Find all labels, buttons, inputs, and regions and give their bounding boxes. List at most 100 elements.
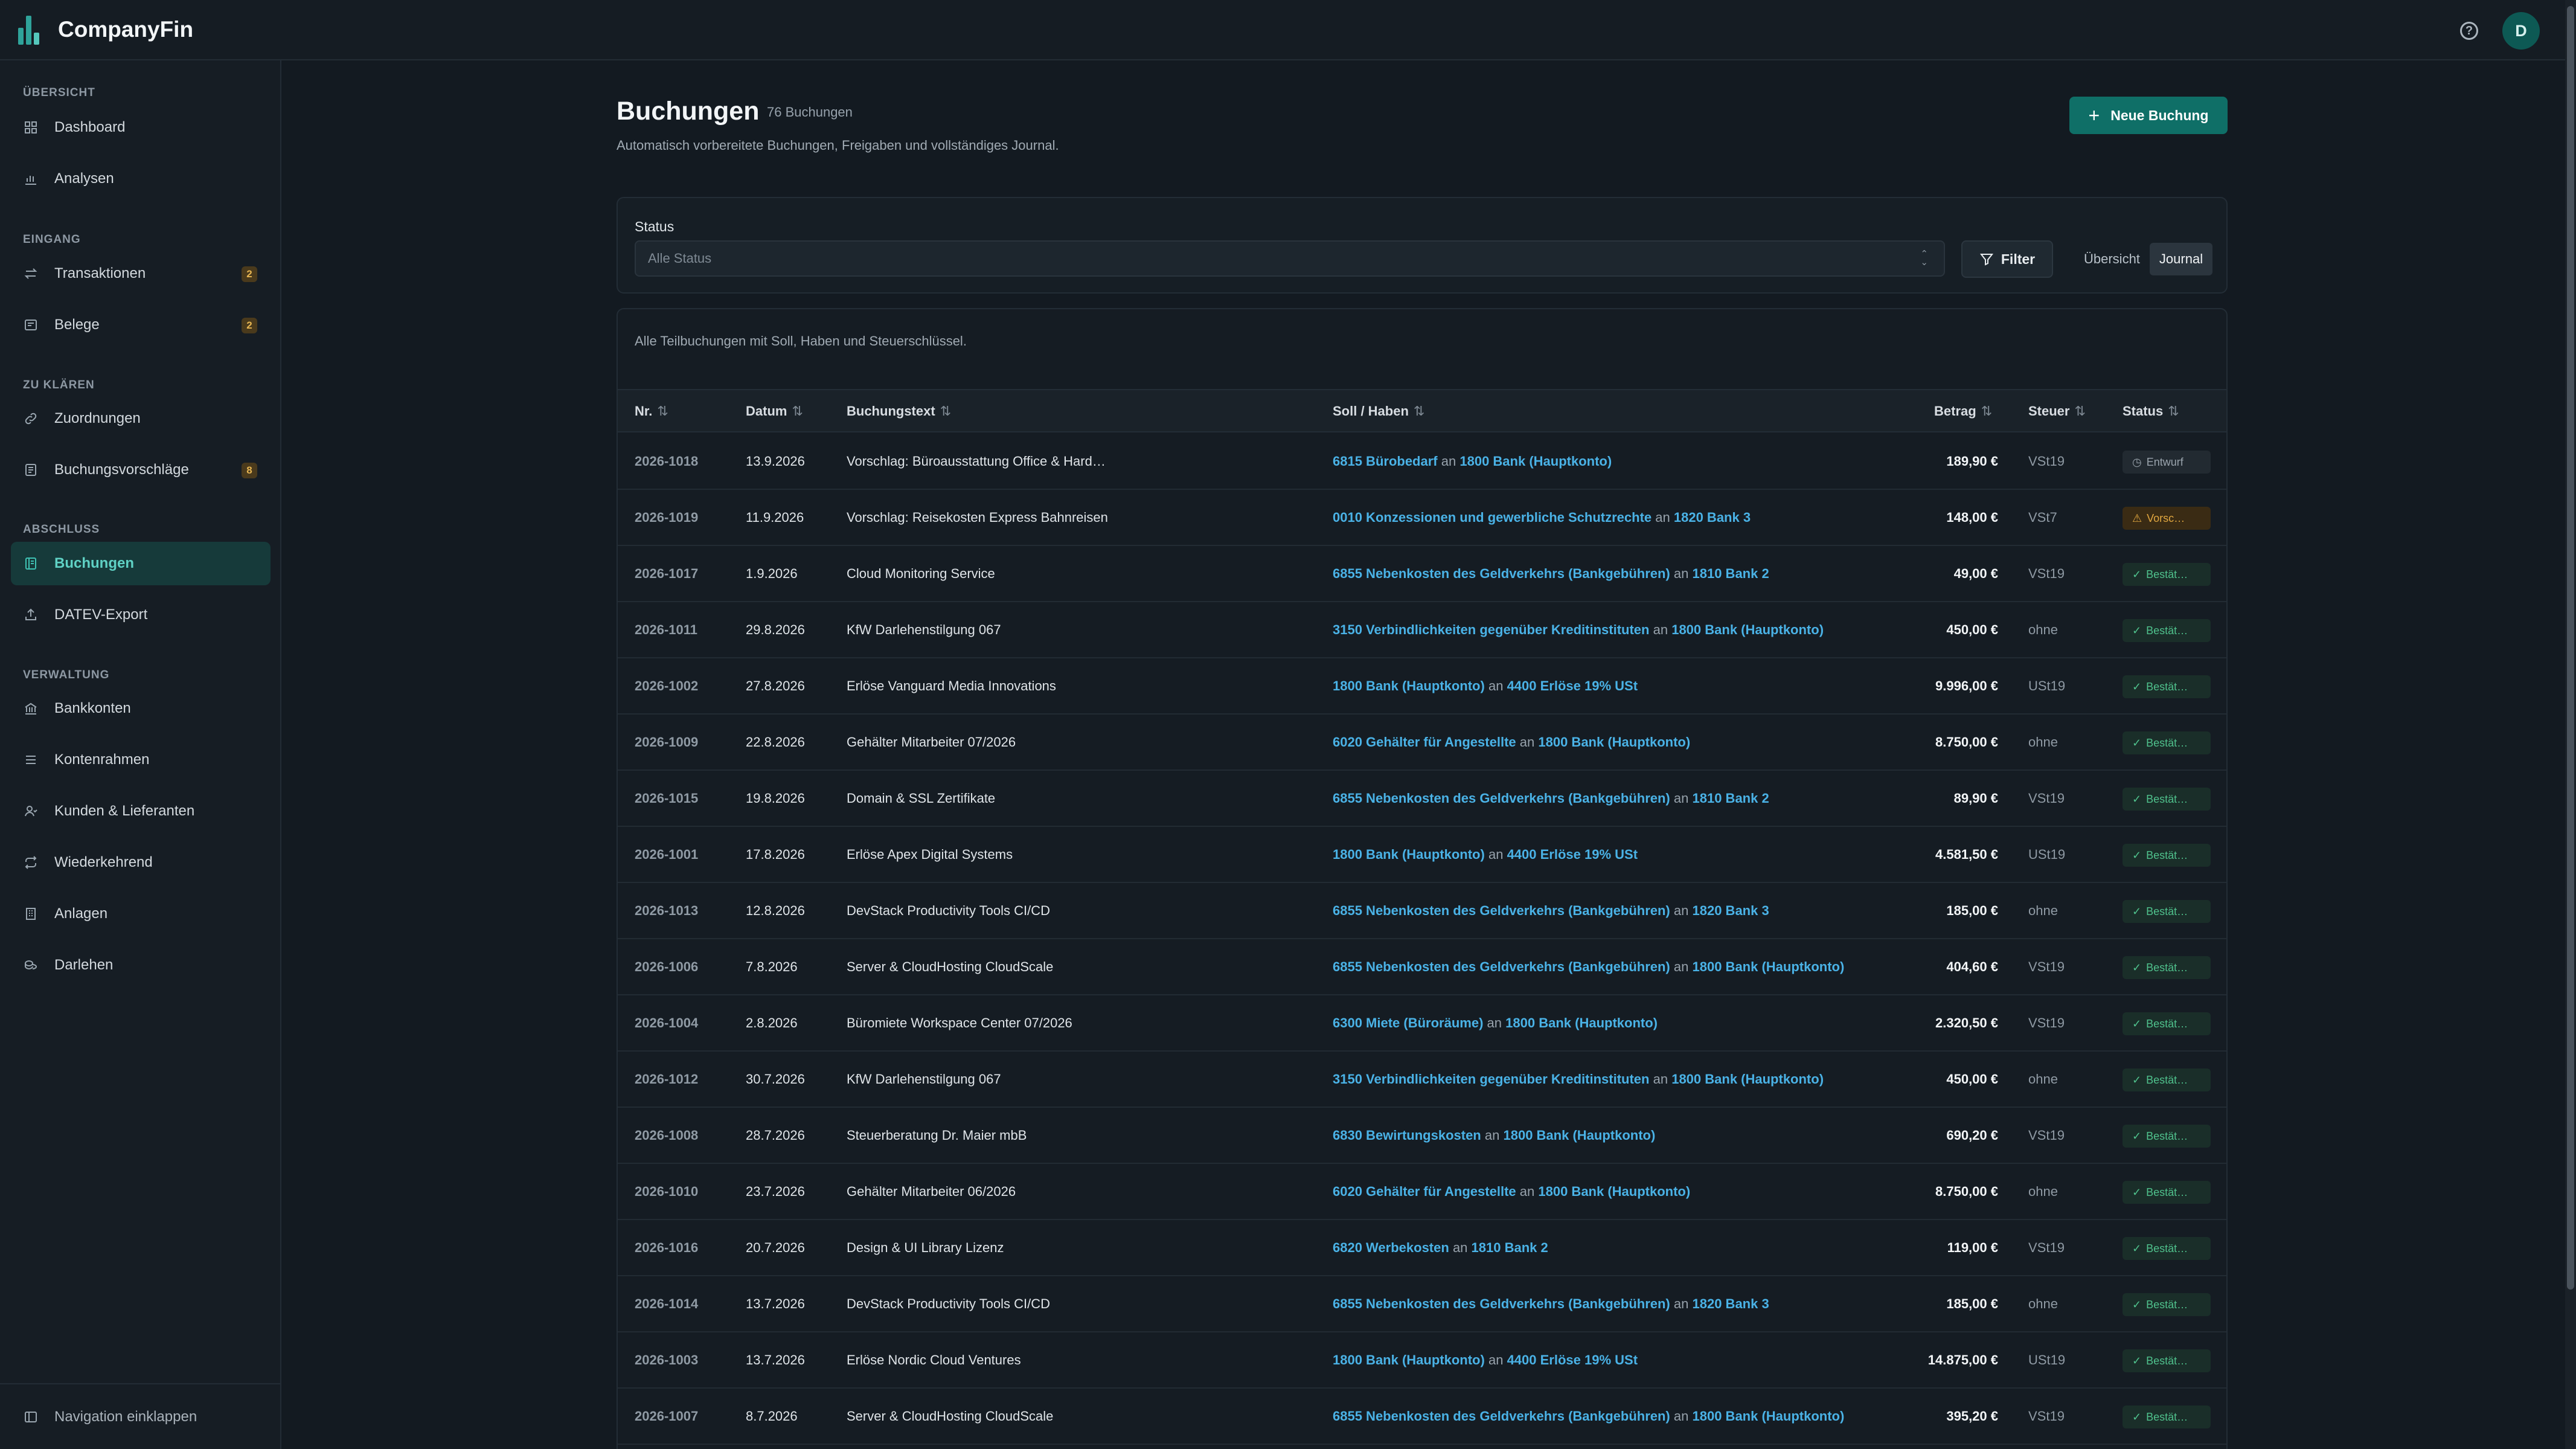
table-row[interactable]: 2026-1017 1.9.2026 Cloud Monitoring Servic… <box>618 546 2226 602</box>
debit-account-link[interactable]: 6855 Nebenkosten des Geldverkehrs (Bankg… <box>1333 903 1670 918</box>
credit-account-link[interactable]: 1810 Bank 2 <box>1472 1240 1548 1255</box>
booking-text: Server & CloudHosting CloudScale <box>847 1409 1054 1424</box>
table-row[interactable]: 2026-1012 30.7.2026 KfW Darlehenstilgung 0… <box>618 1052 2226 1108</box>
sidebar: ÜBERSICHT Dashboard Analysen EINGANG Tra… <box>0 60 281 1449</box>
table-row[interactable]: 2026-1015 19.8.2026 Domain & SSL Zertifika… <box>618 771 2226 827</box>
table-row[interactable]: 2026-1004 2.8.2026 Büromiete Workspace Cen… <box>618 995 2226 1052</box>
column-header-steuer[interactable]: Steuer ⇅ <box>2028 403 2086 419</box>
collapse-navigation-button[interactable]: Navigation einklappen <box>11 1395 271 1439</box>
booking-date: 13.7.2026 <box>746 1352 805 1367</box>
debit-account-link[interactable]: 6855 Nebenkosten des Geldverkehrs (Bankg… <box>1333 566 1670 581</box>
sidebar-item-transaktionen[interactable]: Transaktionen 2 <box>11 252 271 295</box>
table-row[interactable]: 2026-1006 7.8.2026 Server & CloudHosting C… <box>618 939 2226 995</box>
sidebar-item-belege[interactable]: Belege 2 <box>11 303 271 347</box>
table-row[interactable]: 2026-1003 13.7.2026 Erlöse Nordic Cloud Ve… <box>618 1332 2226 1389</box>
avatar[interactable]: D <box>2502 12 2540 50</box>
booking-date: 8.7.2026 <box>746 1409 798 1424</box>
sidebar-item-bankkonten[interactable]: Bankkonten <box>11 687 271 730</box>
table-row[interactable]: 2026-1008 28.7.2026 Steuerberatung Dr. Mai… <box>618 1108 2226 1164</box>
column-header-buchungstext[interactable]: Buchungstext ⇅ <box>847 403 951 419</box>
sidebar-item-buchungsvorschlaege[interactable]: Buchungsvorschläge 8 <box>11 448 271 492</box>
sidebar-item-buchungen[interactable]: Buchungen <box>11 542 271 585</box>
credit-account-link[interactable]: 1800 Bank (Hauptkonto) <box>1459 454 1612 469</box>
sidebar-item-dashboard[interactable]: Dashboard <box>11 106 271 149</box>
table-row[interactable]: 2026-1009 22.8.2026 Gehälter Mitarbeiter 0… <box>618 715 2226 771</box>
filter-button[interactable]: Filter <box>1961 240 2053 278</box>
booking-amount: 8.750,00 € <box>1935 734 1998 750</box>
credit-account-link[interactable]: 1810 Bank 2 <box>1693 566 1769 581</box>
sidebar-item-wiederkehrend[interactable]: Wiederkehrend <box>11 841 271 884</box>
credit-account-link[interactable]: 4400 Erlöse 19% USt <box>1507 847 1638 862</box>
debit-account-link[interactable]: 6855 Nebenkosten des Geldverkehrs (Bankg… <box>1333 1409 1670 1424</box>
credit-account-link[interactable]: 1800 Bank (Hauptkonto) <box>1693 1409 1845 1424</box>
app-logo[interactable]: CompanyFin <box>18 14 193 45</box>
table-row[interactable]: 2026-1019 11.9.2026 Vorschlag: Reisekosten… <box>618 490 2226 546</box>
booking-date: 17.8.2026 <box>746 847 805 862</box>
sidebar-item-kontenrahmen[interactable]: Kontenrahmen <box>11 738 271 782</box>
debit-account-link[interactable]: 6820 Werbekosten <box>1333 1240 1449 1255</box>
new-booking-button[interactable]: + Neue Buchung <box>2069 97 2228 134</box>
credit-account-link[interactable]: 4400 Erlöse 19% USt <box>1507 678 1638 693</box>
credit-account-link[interactable]: 1810 Bank 2 <box>1693 791 1769 806</box>
credit-account-link[interactable]: 1800 Bank (Hauptkonto) <box>1538 1184 1690 1199</box>
booking-text: Server & CloudHosting CloudScale <box>847 959 1054 974</box>
sidebar-item-analysen[interactable]: Analysen <box>11 157 271 201</box>
column-header-nr[interactable]: Nr. ⇅ <box>635 403 668 419</box>
view-option-uebersicht[interactable]: Übersicht <box>2074 243 2150 275</box>
table-row[interactable]: 2026-1014 13.7.2026 DevStack Productivity … <box>618 1276 2226 1332</box>
table-row[interactable]: 2026-1010 23.7.2026 Gehälter Mitarbeiter 0… <box>618 1164 2226 1220</box>
sidebar-item-zuordnungen[interactable]: Zuordnungen <box>11 397 271 440</box>
table-row[interactable]: 2026-1002 27.8.2026 Erlöse Vanguard Media … <box>618 658 2226 715</box>
status-badge: ✓ Bestät… <box>2123 788 2211 811</box>
table-row[interactable]: 2026-1001 17.8.2026 Erlöse Apex Digital Sy… <box>618 827 2226 883</box>
debit-account-link[interactable]: 6020 Gehälter für Angestellte <box>1333 1184 1516 1199</box>
column-header-betrag[interactable]: Betrag ⇅ <box>1934 403 1992 419</box>
debit-account-link[interactable]: 6830 Bewirtungskosten <box>1333 1128 1481 1143</box>
credit-account-link[interactable]: 1800 Bank (Hauptkonto) <box>1671 622 1824 637</box>
credit-account-link[interactable]: 1820 Bank 3 <box>1693 1296 1769 1311</box>
credit-account-link[interactable]: 1800 Bank (Hauptkonto) <box>1671 1071 1824 1087</box>
debit-account-link[interactable]: 0010 Konzessionen und gewerbliche Schutz… <box>1333 510 1652 525</box>
scrollbar-thumb[interactable] <box>2567 6 2574 1290</box>
credit-account-link[interactable]: 1800 Bank (Hauptkonto) <box>1538 734 1690 750</box>
view-option-journal[interactable]: Journal <box>2149 243 2213 275</box>
table-row[interactable]: 2026-1018 13.9.2026 Vorschlag: Büroausstat… <box>618 434 2226 490</box>
credit-account-link[interactable]: 1800 Bank (Hauptkonto) <box>1693 959 1845 974</box>
debit-account-link[interactable]: 1800 Bank (Hauptkonto) <box>1333 847 1485 862</box>
status-label: Bestät… <box>2146 905 2188 917</box>
list-icon <box>23 752 39 768</box>
table-row[interactable]: 2026-1011 29.8.2026 KfW Darlehenstilgung 0… <box>618 602 2226 658</box>
debit-account-link[interactable]: 6020 Gehälter für Angestellte <box>1333 734 1516 750</box>
booking-number: 2026-1012 <box>635 1071 699 1087</box>
sidebar-item-kunden-lieferanten[interactable]: Kunden & Lieferanten <box>11 789 271 833</box>
column-header-soll-haben[interactable]: Soll / Haben ⇅ <box>1333 403 1424 419</box>
table-row[interactable]: 2026-1016 20.7.2026 Design & UI Library Li… <box>618 1220 2226 1276</box>
sidebar-item-anlagen[interactable]: Anlagen <box>11 892 271 936</box>
sidebar-item-datev-export[interactable]: DATEV-Export <box>11 593 271 637</box>
debit-account-link[interactable]: 6855 Nebenkosten des Geldverkehrs (Bankg… <box>1333 959 1670 974</box>
column-header-status[interactable]: Status ⇅ <box>2123 403 2179 419</box>
debit-account-link[interactable]: 6855 Nebenkosten des Geldverkehrs (Bankg… <box>1333 1296 1670 1311</box>
debit-account-link[interactable]: 1800 Bank (Hauptkonto) <box>1333 1352 1485 1367</box>
table-row[interactable]: 2026-1007 8.7.2026 Server & CloudHosting C… <box>618 1389 2226 1445</box>
credit-account-link[interactable]: 1820 Bank 3 <box>1693 903 1769 918</box>
debit-account-link[interactable]: 6855 Nebenkosten des Geldverkehrs (Bankg… <box>1333 791 1670 806</box>
debit-account-link[interactable]: 3150 Verbindlichkeiten gegenüber Krediti… <box>1333 1071 1649 1087</box>
debit-account-link[interactable]: 6815 Bürobedarf <box>1333 454 1438 469</box>
credit-account-link[interactable]: 1800 Bank (Hauptkonto) <box>1505 1015 1658 1030</box>
status-ok-icon: ✓ <box>2132 1073 2142 1086</box>
help-icon[interactable]: ? <box>2460 22 2478 40</box>
booking-date: 19.8.2026 <box>746 791 805 806</box>
debit-account-link[interactable]: 3150 Verbindlichkeiten gegenüber Krediti… <box>1333 622 1649 637</box>
debit-account-link[interactable]: 1800 Bank (Hauptkonto) <box>1333 678 1485 693</box>
credit-account-link[interactable]: 1820 Bank 3 <box>1674 510 1751 525</box>
credit-account-link[interactable]: 1800 Bank (Hauptkonto) <box>1503 1128 1655 1143</box>
status-badge: ✓ Bestät… <box>2123 956 2211 979</box>
credit-account-link[interactable]: 4400 Erlöse 19% USt <box>1507 1352 1638 1367</box>
booking-amount: 148,00 € <box>1946 510 1998 525</box>
column-header-datum[interactable]: Datum ⇅ <box>746 403 803 419</box>
status-select[interactable]: Alle Status ⌃ ⌄ <box>635 240 1945 277</box>
sidebar-item-darlehen[interactable]: Darlehen <box>11 943 271 987</box>
debit-account-link[interactable]: 6300 Miete (Büroräume) <box>1333 1015 1483 1030</box>
table-row[interactable]: 2026-1013 12.8.2026 DevStack Productivity … <box>618 883 2226 939</box>
